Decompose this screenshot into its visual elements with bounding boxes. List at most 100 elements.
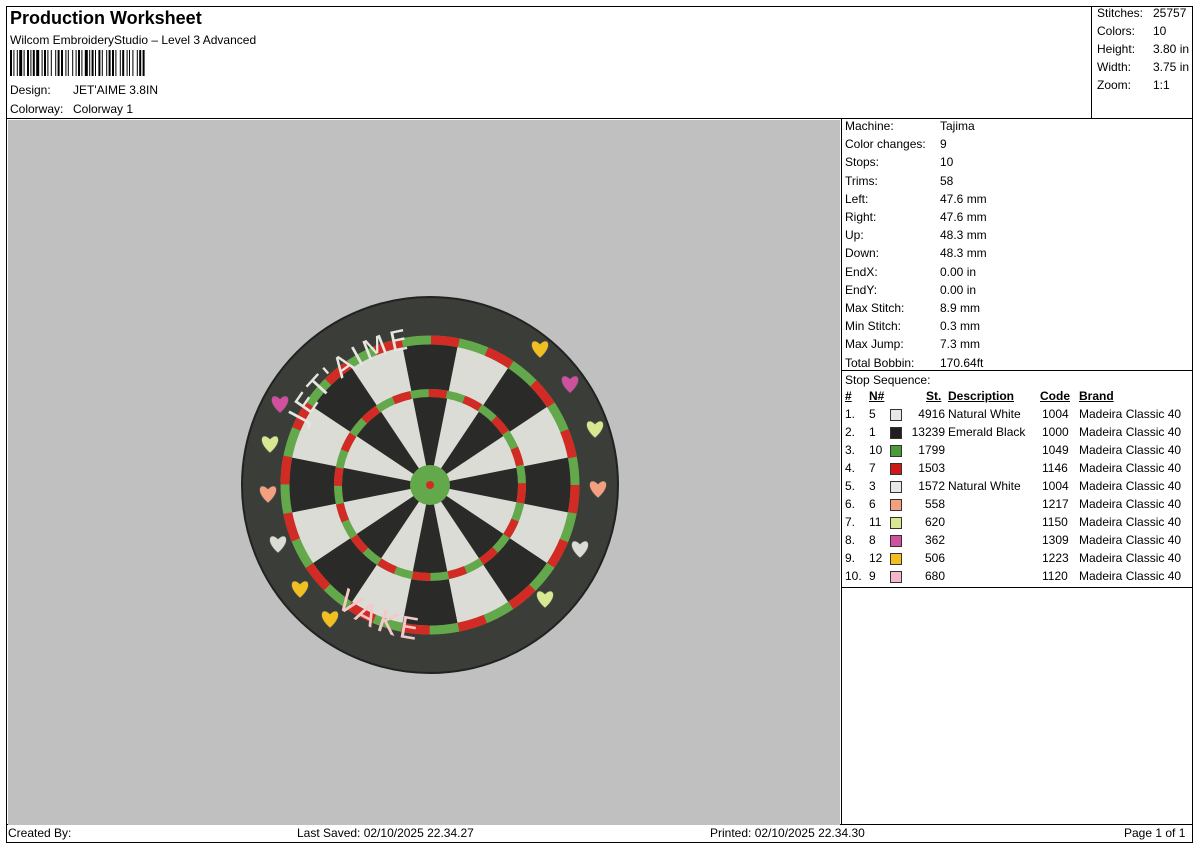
software-name: Wilcom EmbroideryStudio – Level 3 Advanc…	[10, 33, 257, 47]
col-stitches-header: St.	[926, 389, 942, 403]
stop-description: Natural White	[948, 407, 1021, 421]
stop-stitch-count: 362	[924, 533, 945, 547]
design-row: Design: JET'AIME 3.8IN	[10, 83, 158, 97]
colorway-value: Colorway 1	[73, 102, 134, 116]
machine-info-value: 47.6 mm	[940, 210, 987, 224]
machine-info-label: Max Stitch:	[845, 301, 905, 315]
summary-value: 3.75 in	[1153, 60, 1190, 74]
summary-label: Width:	[1097, 60, 1132, 74]
stop-index: 9.	[845, 551, 856, 565]
thread-color-swatch	[890, 427, 902, 439]
summary-value: 10	[1153, 24, 1167, 38]
machine-info-label: Machine:	[845, 119, 894, 133]
stop-code: 1309	[1042, 533, 1069, 547]
stop-needle: 3	[869, 479, 876, 493]
stop-brand: Madeira Classic 40	[1079, 407, 1182, 421]
stop-brand: Madeira Classic 40	[1079, 515, 1182, 529]
side-panel-divider	[841, 118, 842, 824]
stop-code: 1004	[1042, 407, 1069, 421]
stop-stitch-count: 558	[924, 497, 945, 511]
stop-index: 2.	[845, 425, 856, 439]
page-title: Production Worksheet	[10, 8, 202, 28]
footer-created-by: Created By:	[8, 826, 72, 840]
stop-stitch-count: 4916	[918, 407, 945, 421]
col-index-header: #	[845, 389, 852, 403]
stop-table-row: 2. 1 13239 Emerald Black 1000 Madeira Classic…	[843, 425, 1193, 443]
design-preview[interactable]: JET'AIME VAKE	[8, 120, 840, 825]
machine-info-label: Color changes:	[845, 137, 926, 152]
machine-info-value: 0.00 in	[940, 282, 977, 297]
stop-brand: Madeira Classic 40	[1079, 497, 1182, 511]
colorway-label: Colorway:	[10, 102, 64, 116]
machine-info-value: 10	[940, 155, 954, 170]
stop-code: 1146	[1042, 461, 1068, 475]
thread-color-swatch	[890, 409, 902, 421]
stop-needle: 8	[869, 533, 876, 547]
machine-info-value: Tajima	[940, 119, 975, 133]
stop-index: 8.	[845, 533, 856, 547]
barcode-image	[10, 50, 145, 76]
machine-info-label: Min Stitch:	[845, 319, 902, 334]
stop-code: 1150	[1042, 515, 1068, 529]
machine-info-value: 47.6 mm	[940, 191, 987, 206]
stop-description: Emerald Black	[948, 425, 1026, 439]
summary-value: 3.80 in	[1153, 42, 1190, 56]
thread-color-swatch	[890, 445, 902, 457]
stop-index: 3.	[845, 443, 856, 457]
stop-stitch-count: 1572	[918, 479, 945, 493]
thread-color-swatch	[890, 481, 902, 493]
stop-code: 1217	[1042, 497, 1069, 511]
stop-table-row: 7. 11 620 1150 Madeira Classic 40	[843, 515, 1193, 533]
summary-label: Stitches:	[1097, 6, 1144, 20]
stop-code: 1049	[1042, 443, 1069, 457]
stop-brand: Madeira Classic 40	[1079, 425, 1182, 439]
summary-label: Colors:	[1097, 24, 1136, 38]
stop-table-row: 3. 10 1799 1049 Madeira Classic 40	[843, 443, 1193, 461]
stop-brand: Madeira Classic 40	[1079, 443, 1182, 457]
machine-info-label: EndX:	[845, 264, 878, 279]
stop-brand: Madeira Classic 40	[1079, 551, 1182, 565]
stop-sequence-title: Stop Sequence:	[845, 373, 931, 387]
stop-index: 10.	[845, 569, 862, 583]
stop-needle: 9	[869, 569, 876, 583]
thread-color-swatch	[890, 553, 902, 565]
machine-info-label: Down:	[845, 246, 880, 261]
stop-code: 1000	[1042, 425, 1069, 439]
stop-stitch-count: 1799	[918, 443, 945, 457]
machine-info-label: EndY:	[845, 282, 878, 297]
dartboard-patch-image: JET'AIMEVAKE	[241, 296, 619, 674]
thread-color-swatch	[890, 517, 902, 529]
machine-info-value: 48.3 mm	[940, 228, 987, 243]
header-divider	[6, 118, 1193, 119]
summary-label: Height:	[1097, 42, 1136, 56]
stop-index: 6.	[845, 497, 856, 511]
machine-info-label: Max Jump:	[845, 337, 904, 352]
stop-stitch-count: 13239	[911, 425, 945, 439]
machine-info-value: 170.64ft	[940, 355, 984, 370]
stop-needle: 6	[869, 497, 876, 511]
summary-value: 1:1	[1153, 78, 1170, 92]
stop-needle: 5	[869, 407, 876, 421]
stop-needle: 1	[869, 425, 876, 439]
machine-info-value: 9	[940, 137, 947, 152]
stops-bottom-divider	[841, 587, 1193, 588]
stop-stitch-count: 680	[924, 569, 945, 583]
machine-info-label: Left:	[845, 191, 869, 206]
stop-table-row: 10. 9 680 1120 Madeira Classic 40	[843, 569, 1193, 587]
stops-divider	[841, 370, 1193, 371]
machine-info-value: 8.9 mm	[940, 301, 981, 315]
machine-info-value: 0.00 in	[940, 264, 977, 279]
thread-color-swatch	[890, 499, 902, 511]
stop-brand: Madeira Classic 40	[1079, 479, 1182, 493]
stop-stitch-count: 620	[924, 515, 945, 529]
machine-info-value: 58	[940, 173, 954, 188]
col-code-header: Code	[1040, 389, 1070, 403]
machine-info-value: 0.3 mm	[940, 319, 981, 334]
stop-table-row: 9. 12 506 1223 Madeira Classic 40	[843, 551, 1193, 569]
stop-brand: Madeira Classic 40	[1079, 569, 1182, 583]
stop-stitch-count: 506	[924, 551, 945, 565]
col-brand-header: Brand	[1079, 389, 1114, 403]
stop-code: 1223	[1042, 551, 1069, 565]
stop-table-row: 1. 5 4916 Natural White 1004 Madeira Classic …	[843, 407, 1193, 425]
machine-info-value: 7.3 mm	[940, 337, 981, 352]
